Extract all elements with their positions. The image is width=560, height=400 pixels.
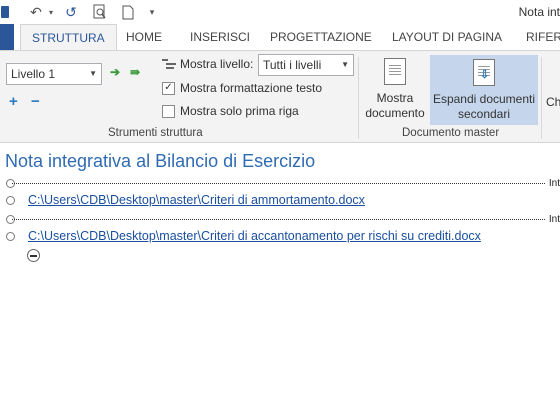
window-title: Nota int <box>518 5 560 19</box>
subdocument-link[interactable]: C:\Users\CDB\Desktop\master\Criteri di a… <box>28 229 481 243</box>
tab-struttura[interactable]: STRUTTURA <box>20 24 117 51</box>
show-first-line-checkbox[interactable] <box>162 104 175 118</box>
document-area[interactable]: Nota integrativa al Bilancio di Esercizi… <box>0 144 560 400</box>
close-outline-label-stub: Ch <box>546 95 560 109</box>
demote-to-body-icon[interactable]: ⇛ <box>130 65 140 79</box>
tab-layout-di-pagina[interactable]: LAYOUT DI PAGINA <box>392 24 502 51</box>
collapse-icon[interactable]: − <box>31 93 40 110</box>
undo-dropdown-icon[interactable]: ▾ <box>46 2 56 22</box>
show-text-formatting-checkbox[interactable]: ✓ <box>162 81 175 95</box>
quick-access-toolbar: ↶ ▾ ↺ ▾ Nota int <box>0 0 560 24</box>
section-break-line <box>12 183 545 184</box>
save-icon[interactable] <box>0 2 10 22</box>
outline-bullet-icon[interactable] <box>6 232 15 241</box>
group-separator <box>358 57 359 139</box>
tab-inserisci[interactable]: INSERISCI <box>190 24 250 51</box>
close-outline-view-button[interactable]: Ch <box>546 55 560 125</box>
tab-riferimenti[interactable]: RIFERI <box>526 24 560 51</box>
outline-level-combo[interactable]: Livello 1 ▼ <box>6 63 102 85</box>
section-break-label: Int <box>548 178 560 189</box>
show-level-value: Tutti i livelli <box>263 58 322 72</box>
chevron-down-icon: ▼ <box>89 69 97 78</box>
show-text-formatting-label: Mostra formattazione testo <box>180 81 323 95</box>
expand-icon[interactable]: + <box>9 93 18 110</box>
expand-subdocuments-button[interactable]: ⇩ Espandi documenti secondari <box>430 55 538 125</box>
print-preview-icon[interactable] <box>91 2 109 22</box>
show-document-label-1: Mostra <box>376 91 414 105</box>
group-label-outline-tools: Strumenti struttura <box>108 127 203 139</box>
show-level-combo[interactable]: Tutti i livelli ▼ <box>258 54 354 76</box>
collapse-subdocument-icon[interactable] <box>27 249 40 262</box>
ribbon: Livello 1 ▼ ➔ ⇛ + − Mostra livello: Tutt… <box>0 50 560 143</box>
show-text-formatting-option[interactable]: ✓ Mostra formattazione testo <box>162 81 322 95</box>
show-first-line-label: Mostra solo prima riga <box>180 104 299 118</box>
demote-icon[interactable]: ➔ <box>110 65 120 79</box>
show-document-icon <box>384 58 406 85</box>
customize-qat-icon[interactable]: ▾ <box>146 2 158 22</box>
new-document-icon[interactable] <box>120 2 136 22</box>
document-heading[interactable]: Nota integrativa al Bilancio di Esercizi… <box>5 151 315 172</box>
group-label-master-document: Documento master <box>402 127 500 139</box>
expand-subdocuments-label-2: secondari <box>457 107 511 121</box>
section-break-line <box>12 219 545 220</box>
show-level-icon <box>162 58 176 70</box>
show-document-label-2: documento <box>365 106 425 120</box>
expand-subdocuments-label-1: Espandi documenti <box>432 92 536 106</box>
section-break-label: Int <box>548 214 560 225</box>
ribbon-tabs: STRUTTURA HOME INSERISCI PROGETTAZIONE L… <box>0 24 560 51</box>
show-first-line-option[interactable]: Mostra solo prima riga <box>162 104 299 118</box>
show-document-button[interactable]: Mostra documento <box>363 55 427 125</box>
show-level-label: Mostra livello: <box>180 57 254 71</box>
expand-subdocuments-icon: ⇩ <box>473 59 495 86</box>
file-tab[interactable] <box>0 24 14 51</box>
group-separator <box>541 57 542 139</box>
redo-icon[interactable]: ↺ <box>62 2 80 22</box>
subdocument-link[interactable]: C:\Users\CDB\Desktop\master\Criteri di a… <box>28 193 365 207</box>
outline-level-value: Livello 1 <box>11 67 56 81</box>
undo-icon[interactable]: ↶ <box>26 2 46 22</box>
outline-bullet-icon[interactable] <box>6 196 15 205</box>
show-level-row: Mostra livello: <box>162 57 253 71</box>
tab-progettazione[interactable]: PROGETTAZIONE <box>270 24 372 51</box>
tab-home[interactable]: HOME <box>126 24 162 51</box>
chevron-down-icon: ▼ <box>341 60 349 69</box>
